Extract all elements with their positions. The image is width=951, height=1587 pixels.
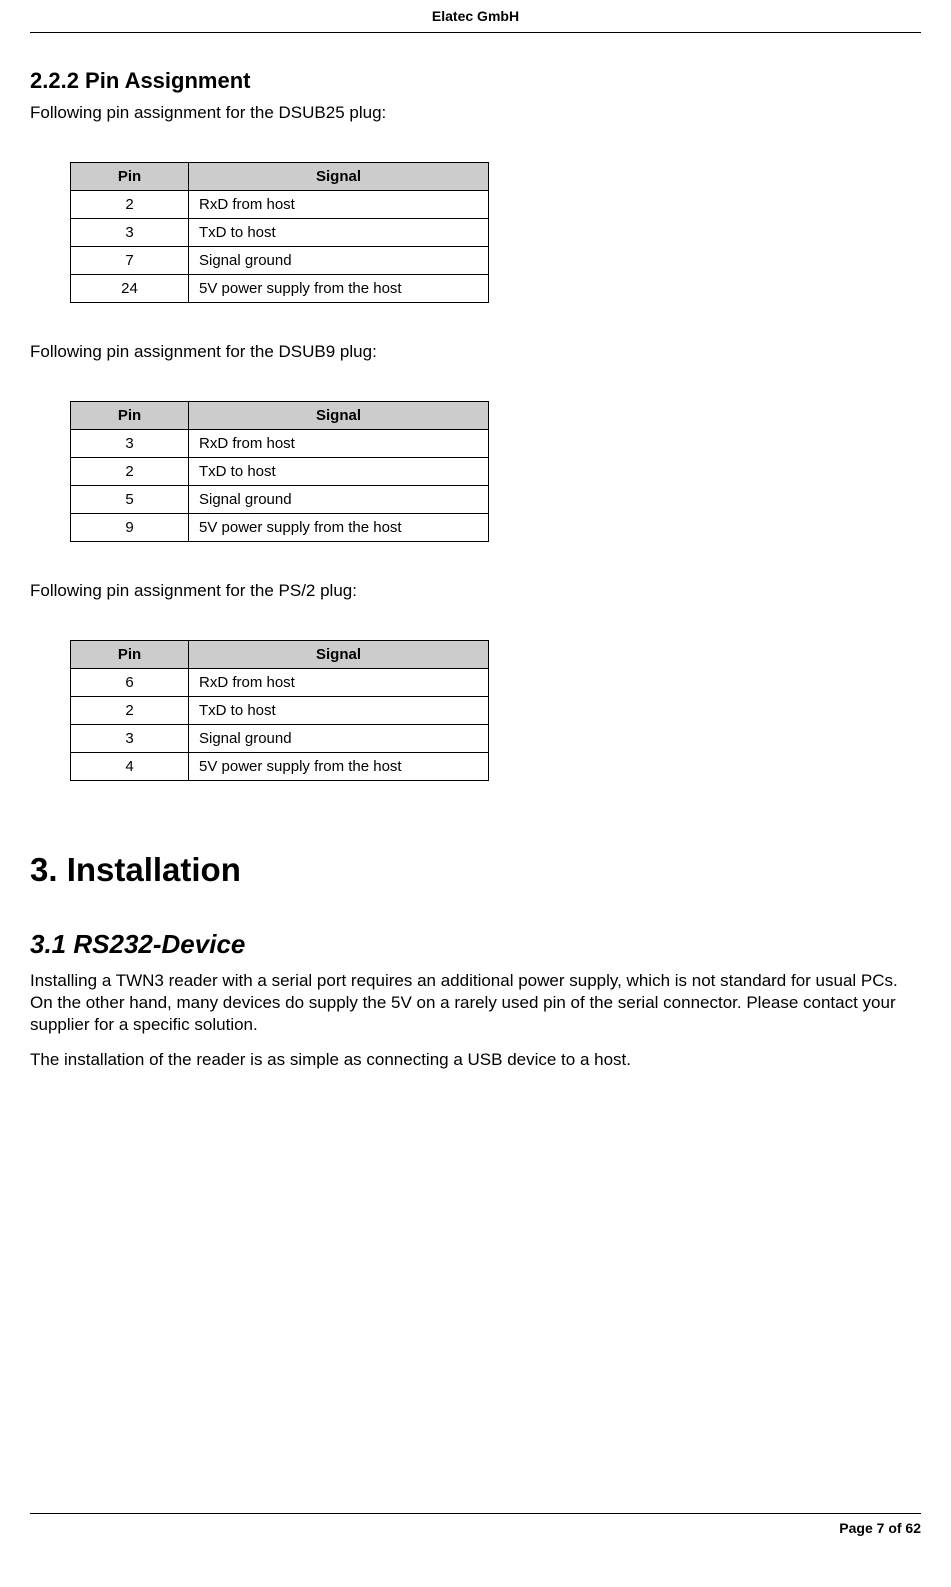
col-header-signal: Signal — [189, 641, 489, 669]
table-ps2: Pin Signal 6RxD from host2TxD to host3Si… — [70, 640, 489, 781]
table-row: 2TxD to host — [71, 697, 489, 725]
para-3-1-1: Installing a TWN3 reader with a serial p… — [30, 970, 921, 1036]
table-body: 2RxD from host3TxD to host7Signal ground… — [71, 191, 489, 303]
cell-pin: 9 — [71, 514, 189, 542]
cell-signal: 5V power supply from the host — [189, 753, 489, 781]
table-row: 45V power supply from the host — [71, 753, 489, 781]
page-footer: Page 7 of 62 — [30, 1513, 921, 1556]
intro-dsub9: Following pin assignment for the DSUB9 p… — [30, 341, 921, 363]
table-row: 7Signal ground — [71, 247, 489, 275]
intro-ps2: Following pin assignment for the PS/2 pl… — [30, 580, 921, 602]
cell-pin: 5 — [71, 486, 189, 514]
page-number: Page 7 of 62 — [839, 1520, 921, 1536]
cell-pin: 4 — [71, 753, 189, 781]
cell-signal: RxD from host — [189, 669, 489, 697]
table-body: 6RxD from host2TxD to host3Signal ground… — [71, 669, 489, 781]
cell-pin: 6 — [71, 669, 189, 697]
heading-3: 3. Installation — [30, 851, 921, 889]
cell-signal: Signal ground — [189, 725, 489, 753]
table-row: 95V power supply from the host — [71, 514, 489, 542]
table-dsub9: Pin Signal 3RxD from host2TxD to host5Si… — [70, 401, 489, 542]
page-header: Elatec GmbH — [30, 0, 921, 33]
cell-signal: Signal ground — [189, 486, 489, 514]
cell-pin: 3 — [71, 725, 189, 753]
heading-2-2-2: 2.2.2 Pin Assignment — [30, 68, 921, 94]
cell-signal: RxD from host — [189, 430, 489, 458]
cell-pin: 2 — [71, 191, 189, 219]
cell-pin: 2 — [71, 697, 189, 725]
cell-signal: 5V power supply from the host — [189, 514, 489, 542]
cell-signal: 5V power supply from the host — [189, 275, 489, 303]
table-row: 2TxD to host — [71, 458, 489, 486]
cell-pin: 2 — [71, 458, 189, 486]
intro-dsub25: Following pin assignment for the DSUB25 … — [30, 102, 921, 124]
cell-pin: 7 — [71, 247, 189, 275]
page-content: 2.2.2 Pin Assignment Following pin assig… — [30, 33, 921, 1513]
cell-pin: 3 — [71, 430, 189, 458]
col-header-pin: Pin — [71, 402, 189, 430]
cell-signal: TxD to host — [189, 458, 489, 486]
table-row: 5Signal ground — [71, 486, 489, 514]
col-header-pin: Pin — [71, 641, 189, 669]
table-row: 3Signal ground — [71, 725, 489, 753]
table-row: 245V power supply from the host — [71, 275, 489, 303]
cell-signal: TxD to host — [189, 219, 489, 247]
table-row: 2RxD from host — [71, 191, 489, 219]
col-header-pin: Pin — [71, 163, 189, 191]
cell-signal: TxD to host — [189, 697, 489, 725]
cell-pin: 24 — [71, 275, 189, 303]
cell-pin: 3 — [71, 219, 189, 247]
table-row: 3TxD to host — [71, 219, 489, 247]
col-header-signal: Signal — [189, 402, 489, 430]
table-row: 3RxD from host — [71, 430, 489, 458]
company-name: Elatec GmbH — [432, 8, 519, 24]
para-3-1-2: The installation of the reader is as sim… — [30, 1049, 921, 1071]
cell-signal: Signal ground — [189, 247, 489, 275]
cell-signal: RxD from host — [189, 191, 489, 219]
col-header-signal: Signal — [189, 163, 489, 191]
table-row: 6RxD from host — [71, 669, 489, 697]
table-dsub25: Pin Signal 2RxD from host3TxD to host7Si… — [70, 162, 489, 303]
table-body: 3RxD from host2TxD to host5Signal ground… — [71, 430, 489, 542]
heading-3-1: 3.1 RS232-Device — [30, 929, 921, 960]
